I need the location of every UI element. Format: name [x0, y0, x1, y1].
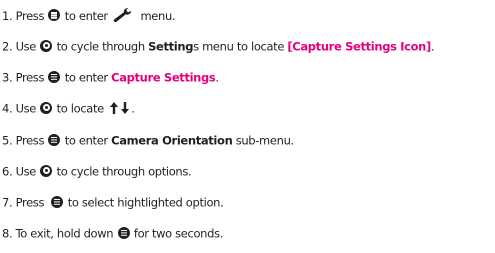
settings-menu-term: Setting — [148, 39, 194, 54]
step-3-text-a: to enter — [64, 70, 108, 85]
step-1-lead: 1. Press — [2, 9, 45, 23]
step-8: 8. To exit, hold down for two seconds. — [2, 225, 223, 241]
shutter-select-button-icon — [48, 133, 61, 146]
step-2: 2. Use to cycle through Settings menu to… — [2, 38, 435, 54]
step-1-text-a: to enter — [64, 9, 108, 23]
step-5-text-a: to enter — [64, 133, 108, 148]
shutter-select-button-icon — [48, 9, 61, 21]
step-7-lead: 7. Press — [2, 195, 45, 210]
step-2-text-a: to cycle through — [56, 39, 146, 54]
step-4-text-a: to locate — [56, 101, 105, 116]
step-7-text-a: to select hightlighted option. — [67, 195, 224, 210]
wrench-icon — [113, 8, 132, 23]
step-2-lead: 2. Use — [2, 39, 37, 54]
step-2-text-b: s menu to locate — [193, 39, 285, 54]
step-6-lead: 6. Use — [2, 164, 37, 179]
step-8-lead: 8. To exit, hold down — [2, 226, 114, 241]
step-8-text-a: for two seconds. — [133, 226, 224, 241]
step-4-text-b: . — [131, 101, 135, 116]
step-3: 3. Press to enter Capture Settings. — [2, 69, 219, 85]
power-mode-button-icon — [40, 39, 53, 52]
step-3-text-b: . — [215, 70, 219, 85]
camera-orientation-term: Camera Orientation — [111, 133, 233, 148]
step-5-lead: 5. Press — [2, 133, 45, 148]
capture-settings-icon-term: [Capture Settings Icon] — [287, 39, 431, 54]
power-mode-button-icon — [40, 101, 53, 114]
step-5-text-b: sub-menu. — [235, 133, 294, 148]
step-4-lead: 4. Use — [2, 101, 37, 116]
capture-settings-term: Capture Settings — [111, 70, 216, 85]
shutter-select-button-icon — [51, 195, 64, 208]
shutter-select-button-icon — [117, 226, 130, 239]
step-3-lead: 3. Press — [2, 70, 45, 85]
up-down-arrows-icon — [110, 101, 130, 114]
step-6-text-a: to cycle through options. — [56, 164, 192, 179]
step-1: 1. Press to enter menu. — [2, 7, 176, 23]
step-7: 7. Press to select hightlighted option. — [2, 194, 224, 210]
step-4: 4. Use to locate . — [2, 100, 135, 116]
power-mode-button-icon — [40, 164, 53, 177]
shutter-select-button-icon — [48, 70, 61, 83]
step-2-text-c: . — [430, 39, 435, 54]
step-5: 5. Press to enter Camera Orientation sub… — [2, 132, 294, 148]
step-1-text-b: menu. — [140, 9, 176, 23]
step-6: 6. Use to cycle through options. — [2, 163, 192, 179]
